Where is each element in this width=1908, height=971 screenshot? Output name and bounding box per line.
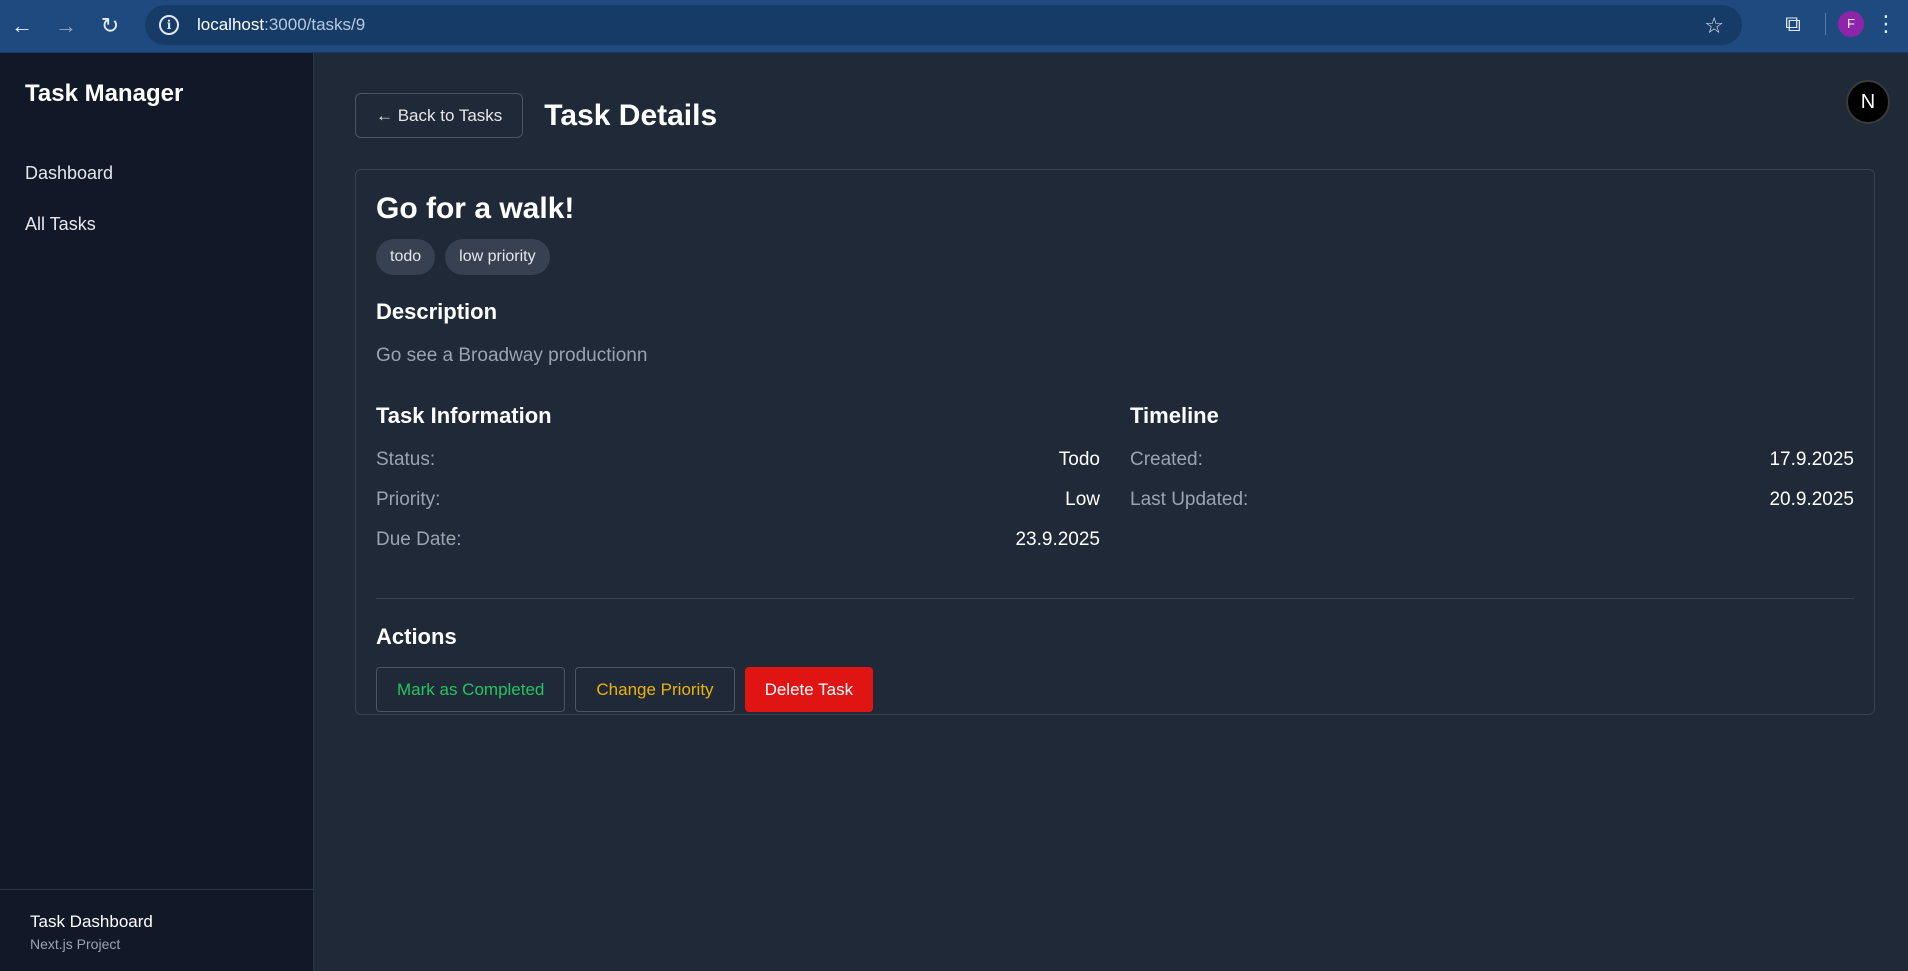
delete-task-button[interactable]: Delete Task <box>744 667 874 712</box>
badge-group: todo low priority <box>376 239 1854 275</box>
info-key: Status: <box>376 449 436 470</box>
info-key: Priority: <box>376 489 441 510</box>
timeline-row-created: Created: 17.9.2025 <box>1130 449 1854 489</box>
url-text[interactable]: localhost:3000/tasks/9 <box>197 15 365 35</box>
sidebar-item-all-tasks[interactable]: All Tasks <box>25 214 113 235</box>
task-information-heading: Task Information <box>376 403 552 428</box>
info-grid: Task Information Status: Todo Priority: … <box>376 403 1854 569</box>
browser-toolbar: ← → ↻ i localhost:3000/tasks/9 ☆ ⧉ F ⋮ <box>0 0 1908 53</box>
bookmark-star-icon[interactable]: ☆ <box>1704 13 1724 39</box>
page-title: Task Details <box>544 98 718 132</box>
action-buttons: Mark as Completed Change Priority Delete… <box>376 667 1854 712</box>
info-key: Due Date: <box>376 529 462 550</box>
footer-title: Task Dashboard <box>30 912 153 931</box>
task-title: Go for a walk! <box>376 192 575 225</box>
sidebar-footer: Task Dashboard Next.js Project <box>0 889 314 971</box>
timeline-row-updated: Last Updated: 20.9.2025 <box>1130 489 1854 529</box>
actions-heading: Actions <box>376 624 457 649</box>
footer-subtitle: Next.js Project <box>30 936 121 952</box>
timeline-section: Timeline Created: 17.9.2025 Last Updated… <box>1130 403 1854 569</box>
status-badge: todo <box>376 239 436 275</box>
sidebar-item-dashboard[interactable]: Dashboard <box>25 163 113 184</box>
timeline-value: 20.9.2025 <box>1769 489 1854 510</box>
forward-arrow-icon[interactable]: → <box>44 4 88 48</box>
info-value: Low <box>1065 489 1100 510</box>
back-to-tasks-button[interactable]: ← Back to Tasks <box>355 93 524 138</box>
info-row-status: Status: Todo <box>376 449 1100 489</box>
info-row-priority: Priority: Low <box>376 489 1100 529</box>
task-card: Go for a walk! todo low priority Descrip… <box>355 169 1875 715</box>
change-priority-button[interactable]: Change Priority <box>575 667 735 712</box>
toolbar-divider <box>1825 12 1826 35</box>
mark-completed-button[interactable]: Mark as Completed <box>376 667 566 712</box>
info-row-due-date: Due Date: 23.9.2025 <box>376 529 1100 569</box>
extensions-icon[interactable]: ⧉ <box>1773 11 1813 37</box>
back-arrow-icon[interactable]: ← <box>0 4 44 48</box>
main-content: ← Back to Tasks Task Details Go for a wa… <box>355 93 1875 715</box>
site-info-icon[interactable]: i <box>159 15 179 35</box>
description-text: Go see a Broadway productionn <box>376 345 648 366</box>
app-title: Task Manager <box>25 80 184 107</box>
timeline-value: 17.9.2025 <box>1769 449 1854 470</box>
section-divider <box>376 598 1854 599</box>
page-header: ← Back to Tasks Task Details <box>355 93 1875 138</box>
browser-menu-icon[interactable]: ⋮ <box>1864 11 1908 37</box>
address-bar[interactable]: i localhost:3000/tasks/9 ☆ <box>145 5 1742 45</box>
sidebar: Task Manager Dashboard All Tasks Task Da… <box>0 53 314 971</box>
timeline-key: Created: <box>1130 449 1203 470</box>
task-information-section: Task Information Status: Todo Priority: … <box>376 403 1100 569</box>
info-value: 23.9.2025 <box>1015 529 1100 550</box>
timeline-heading: Timeline <box>1130 403 1219 428</box>
priority-badge: low priority <box>445 239 550 275</box>
timeline-key: Last Updated: <box>1130 489 1249 510</box>
reload-icon[interactable]: ↻ <box>88 4 132 48</box>
description-heading: Description <box>376 299 498 324</box>
profile-avatar[interactable]: F <box>1838 10 1864 37</box>
info-value: Todo <box>1058 449 1100 470</box>
sidebar-nav: Dashboard All Tasks <box>25 163 113 265</box>
